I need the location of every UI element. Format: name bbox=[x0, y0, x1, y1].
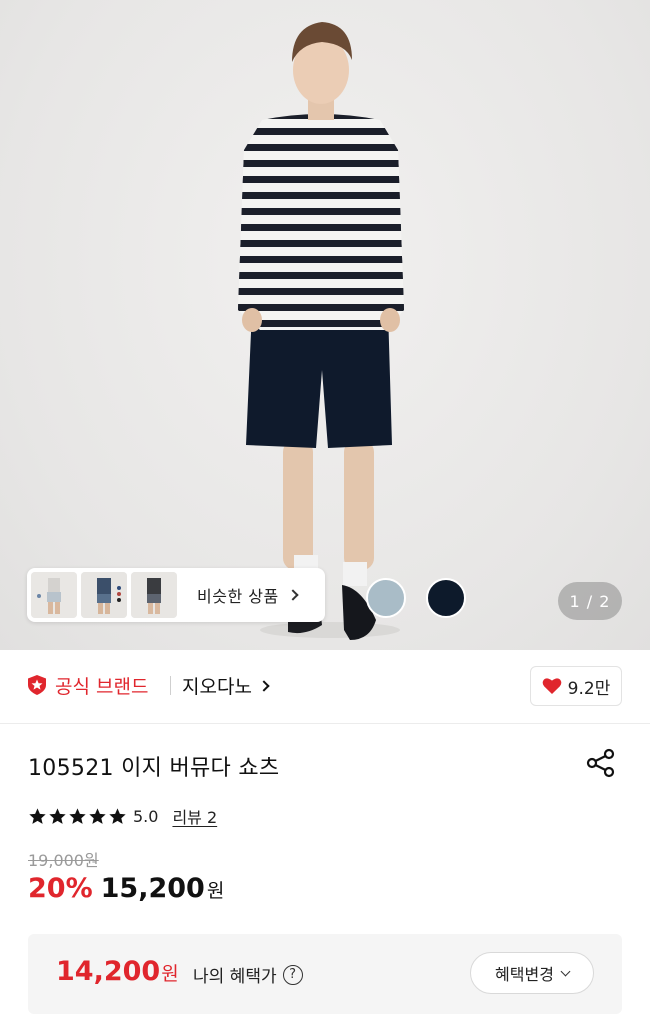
product-image-gallery[interactable]: 비슷한 상품 1 / 2 bbox=[0, 0, 650, 650]
price-row: 20% 15,200 원 bbox=[28, 873, 224, 904]
divider bbox=[170, 676, 171, 695]
review-link[interactable]: 리뷰 2 bbox=[172, 804, 217, 828]
benefit-label-text: 나의 혜택가 bbox=[193, 967, 277, 987]
similar-product-thumbnail bbox=[31, 572, 77, 618]
benefit-price-value: 14,200 bbox=[56, 956, 161, 987]
star-icon bbox=[69, 807, 86, 824]
similar-product-thumbnail bbox=[81, 572, 127, 618]
star-icon bbox=[29, 807, 46, 824]
share-icon bbox=[586, 748, 615, 778]
product-title: 105521 이지 버뮤다 쇼츠 bbox=[28, 756, 280, 781]
heart-icon bbox=[542, 678, 561, 694]
rating-row: 5.0 리뷰 2 bbox=[28, 804, 217, 828]
image-page-indicator: 1 / 2 bbox=[558, 582, 622, 620]
color-swatch-grey-blue[interactable] bbox=[366, 578, 406, 618]
sale-price-unit: 원 bbox=[206, 880, 225, 902]
star-icon bbox=[109, 807, 126, 824]
star-icon bbox=[49, 807, 66, 824]
official-brand-label: 공식 브랜드 bbox=[55, 676, 149, 698]
rating-value: 5.0 bbox=[133, 806, 159, 826]
product-model-image bbox=[238, 22, 404, 640]
brand-name: 지오다노 bbox=[182, 676, 252, 698]
official-brand-icon bbox=[28, 675, 46, 695]
chevron-right-icon bbox=[258, 679, 270, 692]
chevron-down-icon bbox=[560, 966, 571, 976]
star-icon bbox=[89, 807, 106, 824]
like-button[interactable]: 9.2만 bbox=[530, 666, 622, 706]
chevron-right-icon bbox=[287, 589, 299, 601]
change-benefit-label: 혜택변경 bbox=[495, 965, 554, 984]
brand-link[interactable]: 지오다노 bbox=[182, 672, 270, 699]
similar-product-thumbnail bbox=[131, 572, 177, 618]
sale-price: 15,200 bbox=[100, 873, 205, 904]
share-button[interactable] bbox=[584, 746, 618, 780]
help-icon[interactable]: ? bbox=[282, 964, 303, 985]
benefit-price-unit: 원 bbox=[161, 963, 179, 985]
change-benefit-button[interactable]: 혜택변경 bbox=[470, 952, 594, 994]
color-swatch-navy[interactable] bbox=[426, 578, 466, 618]
original-price: 19,000원 bbox=[28, 851, 99, 870]
rating-stars bbox=[28, 807, 128, 826]
brand-row: 공식 브랜드 지오다노 9.2만 bbox=[0, 650, 650, 724]
similar-products-button[interactable]: 비슷한 상품 bbox=[27, 568, 325, 622]
benefit-label: 나의 혜택가 ? bbox=[193, 962, 303, 987]
like-count: 9.2만 bbox=[567, 678, 611, 699]
similar-products-label: 비슷한 상품 bbox=[197, 583, 299, 607]
benefit-price-box: 14,200 원 나의 혜택가 ? 혜택변경 bbox=[28, 934, 622, 1014]
benefit-price: 14,200 원 bbox=[56, 956, 179, 987]
discount-rate: 20% bbox=[28, 873, 93, 904]
